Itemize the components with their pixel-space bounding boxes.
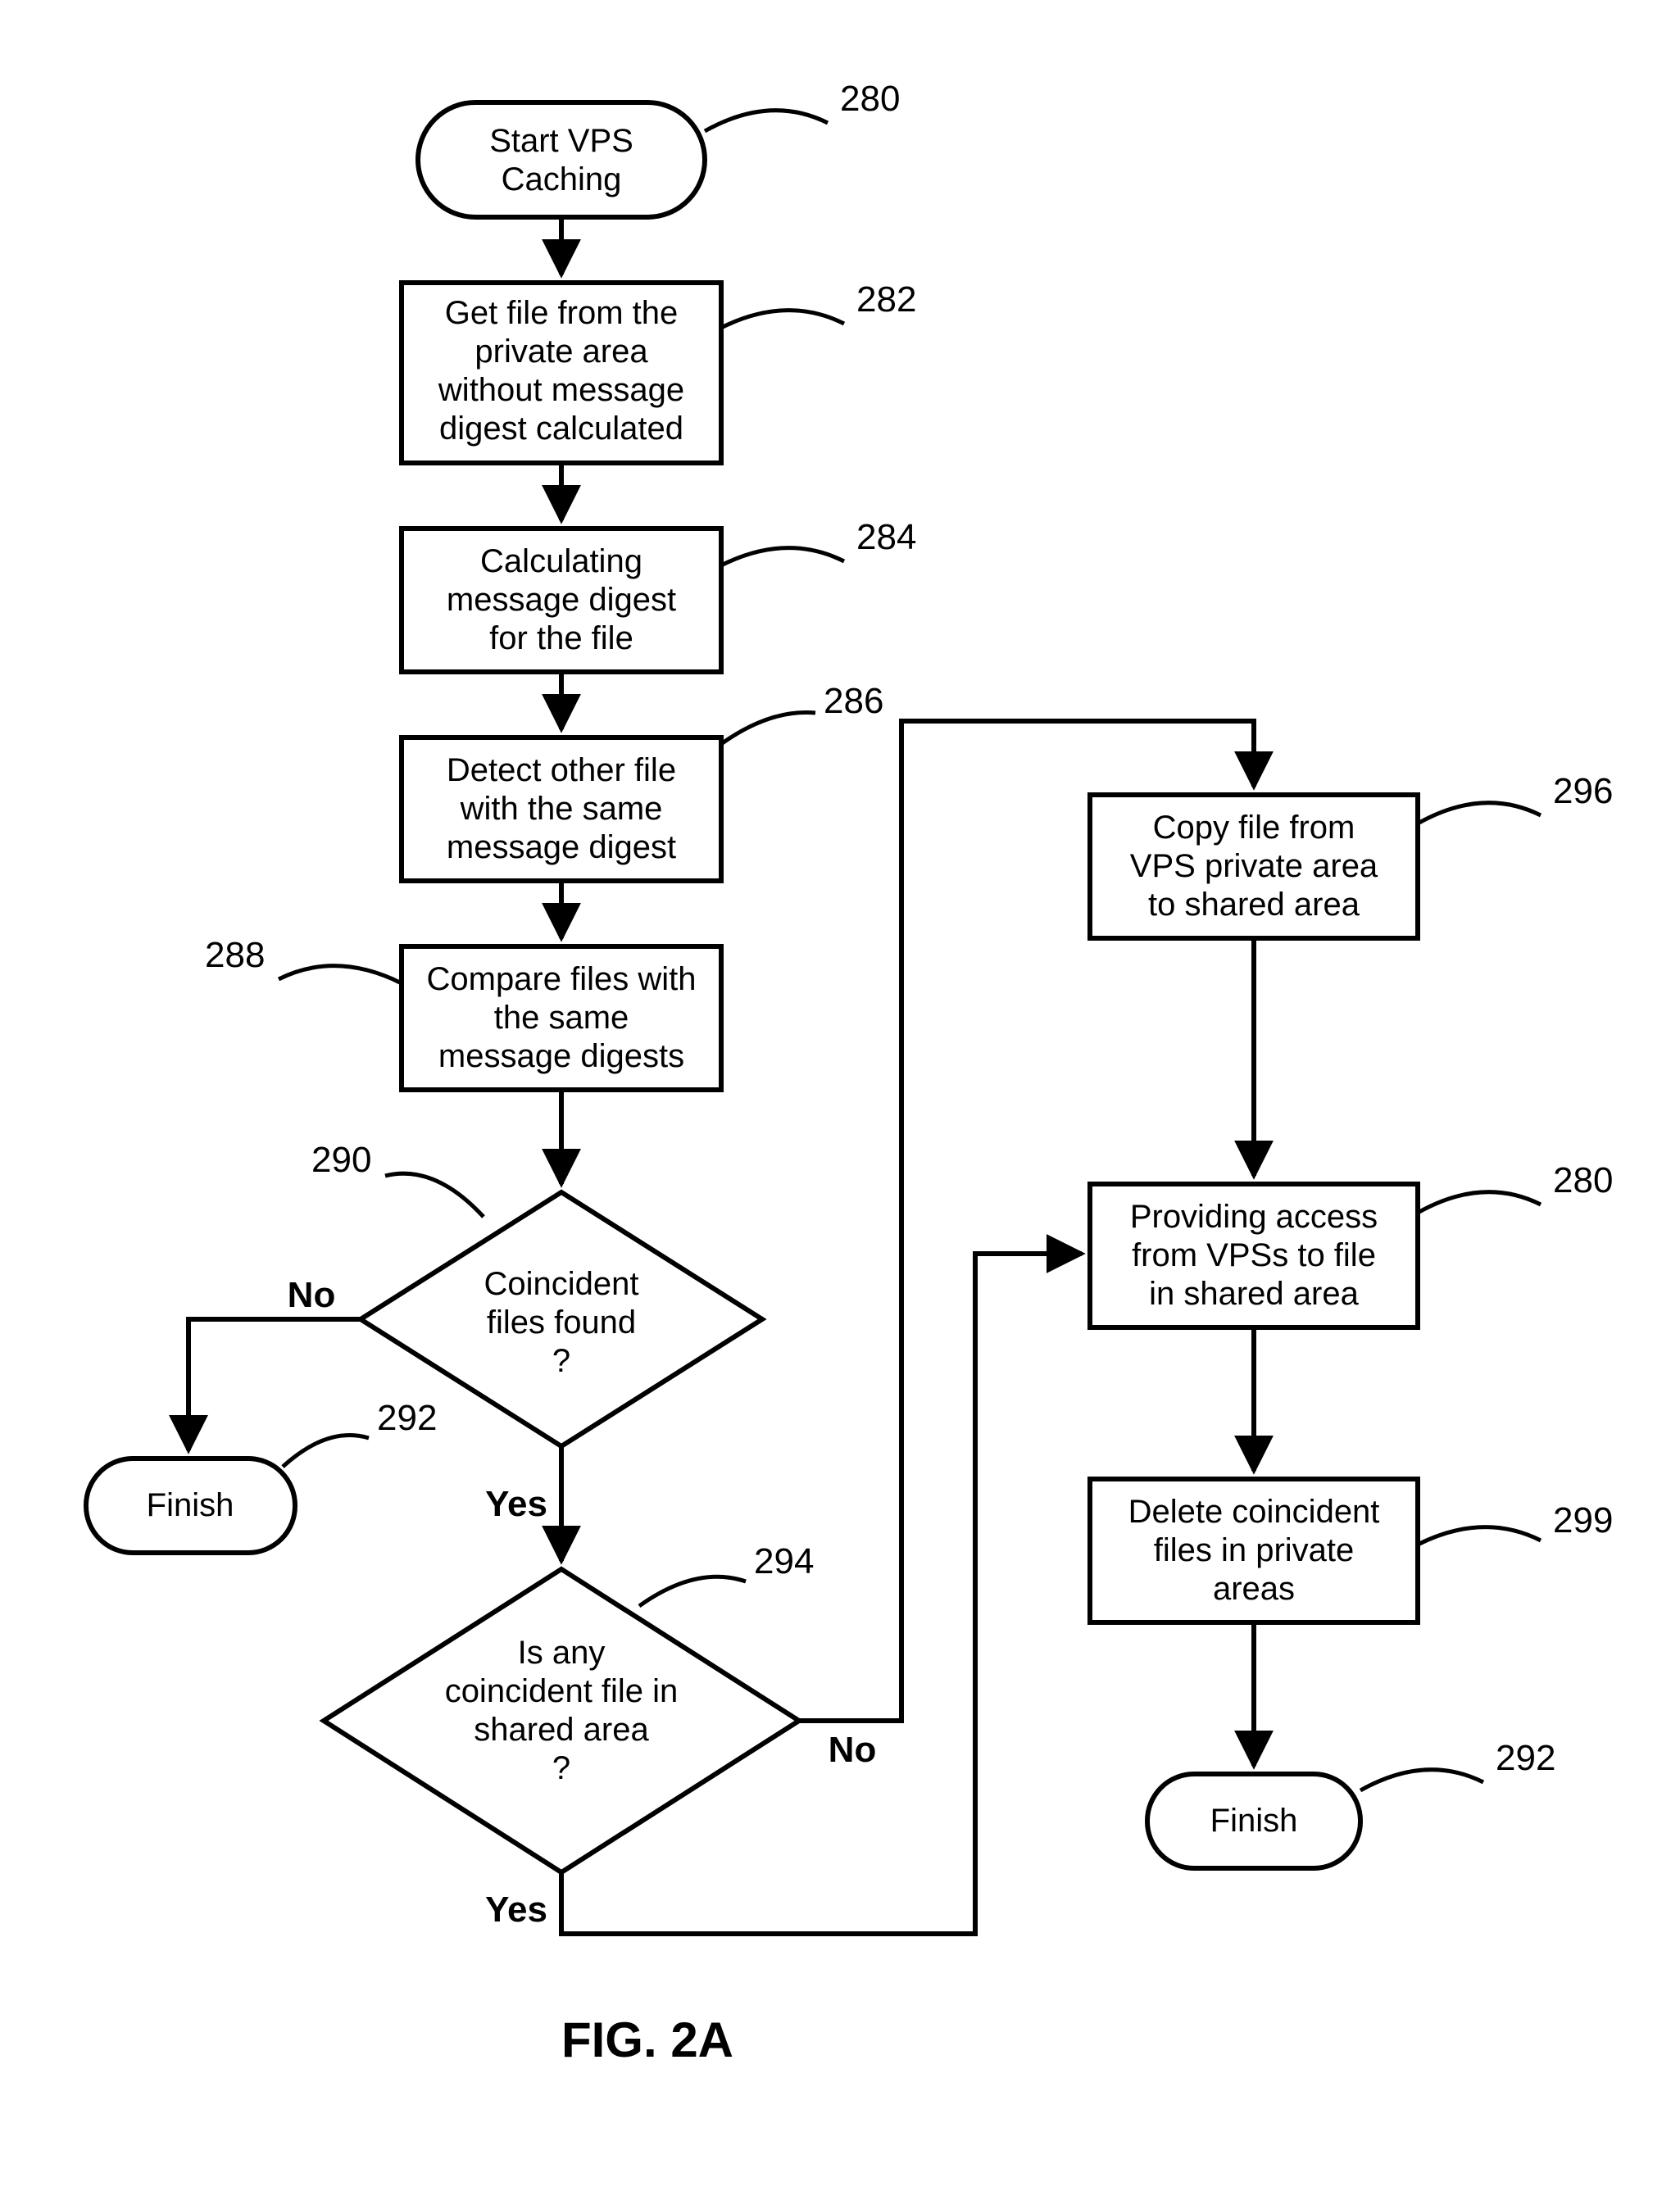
svg-text:Providing access: Providing access (1130, 1199, 1378, 1235)
num-292b: 292 (1496, 1738, 1555, 1778)
leader-288 (279, 966, 402, 983)
svg-text:VPS private area: VPS private area (1130, 848, 1378, 884)
leader-280a (705, 111, 828, 131)
flowchart: Start VPS Caching 280 Get file from the … (0, 0, 1680, 2205)
leader-290 (385, 1173, 484, 1217)
num-284: 284 (856, 517, 916, 557)
node-calc-digest: Calculating message digest for the file (402, 529, 721, 672)
svg-text:Is any: Is any (518, 1635, 606, 1671)
leader-294 (639, 1577, 746, 1606)
arrow-290-no (188, 1319, 361, 1450)
svg-text:Copy file from: Copy file from (1153, 810, 1355, 846)
svg-text:in shared area: in shared area (1149, 1276, 1359, 1312)
node-finish-left: Finish (86, 1459, 295, 1553)
svg-text:message digest: message digest (447, 829, 676, 865)
svg-text:Calculating: Calculating (480, 543, 642, 579)
svg-text:?: ? (552, 1750, 570, 1786)
svg-text:message digests: message digests (438, 1038, 684, 1074)
leader-292b (1360, 1770, 1483, 1790)
svg-text:digest calculated: digest calculated (439, 411, 683, 447)
svg-text:Get file from the: Get file from the (445, 295, 679, 331)
label-294-no: No (829, 1730, 877, 1770)
svg-text:Caching: Caching (502, 161, 622, 197)
num-292a: 292 (377, 1398, 437, 1438)
node-detect-other: Detect other file with the same message … (402, 737, 721, 881)
svg-text:areas: areas (1213, 1571, 1295, 1607)
svg-text:Detect other file: Detect other file (447, 752, 676, 788)
svg-text:with the same: with the same (460, 791, 663, 827)
leader-282 (721, 311, 844, 328)
num-299: 299 (1553, 1500, 1613, 1540)
node-finish-right: Finish (1147, 1774, 1360, 1868)
figure-label: FIG. 2A (561, 2012, 733, 2067)
svg-text:Compare files with: Compare files with (426, 961, 696, 997)
leader-284 (721, 548, 844, 565)
node-start-vps-caching: Start VPS Caching (418, 102, 705, 217)
svg-text:Finish: Finish (147, 1487, 234, 1523)
svg-text:Coincident: Coincident (484, 1266, 638, 1302)
node-delete-coincident: Delete coincident files in private areas (1090, 1479, 1418, 1622)
label-290-yes: Yes (485, 1484, 547, 1524)
svg-text:coincident file in: coincident file in (445, 1673, 679, 1709)
label-290-no: No (288, 1275, 336, 1315)
leader-296 (1418, 803, 1541, 823)
svg-text:to shared area: to shared area (1148, 887, 1360, 923)
num-288: 288 (205, 935, 265, 975)
node-copy-file: Copy file from VPS private area to share… (1090, 795, 1418, 938)
leader-299 (1418, 1527, 1541, 1545)
node-any-in-shared: Is any coincident file in shared area ? (324, 1569, 799, 1872)
svg-text:Finish: Finish (1210, 1803, 1298, 1839)
label-294-yes: Yes (485, 1890, 547, 1930)
svg-text:files found: files found (487, 1304, 636, 1341)
svg-text:files in private: files in private (1154, 1532, 1355, 1568)
svg-text:?: ? (552, 1343, 570, 1379)
svg-text:from VPSs to file: from VPSs to file (1132, 1237, 1376, 1273)
num-290: 290 (311, 1140, 371, 1180)
node-providing-access: Providing access from VPSs to file in sh… (1090, 1184, 1418, 1327)
svg-text:Delete coincident: Delete coincident (1128, 1494, 1380, 1530)
svg-text:message digest: message digest (447, 582, 676, 618)
num-286: 286 (824, 681, 883, 721)
leader-280b (1418, 1192, 1541, 1213)
node-compare-files: Compare files with the same message dige… (402, 946, 721, 1090)
num-296: 296 (1553, 771, 1613, 811)
node-get-file: Get file from the private area without m… (402, 283, 721, 463)
svg-text:for the file: for the file (489, 620, 633, 656)
svg-text:the same: the same (494, 1000, 629, 1036)
svg-text:shared area: shared area (474, 1712, 649, 1748)
svg-text:private area: private area (474, 333, 648, 370)
num-280a: 280 (840, 79, 900, 119)
leader-292a (283, 1436, 369, 1467)
svg-text:Start VPS: Start VPS (489, 123, 633, 159)
num-294: 294 (754, 1541, 814, 1581)
svg-text:without message: without message (438, 372, 684, 408)
leader-286 (721, 712, 815, 744)
num-280b: 280 (1553, 1160, 1613, 1200)
num-282: 282 (856, 279, 916, 320)
